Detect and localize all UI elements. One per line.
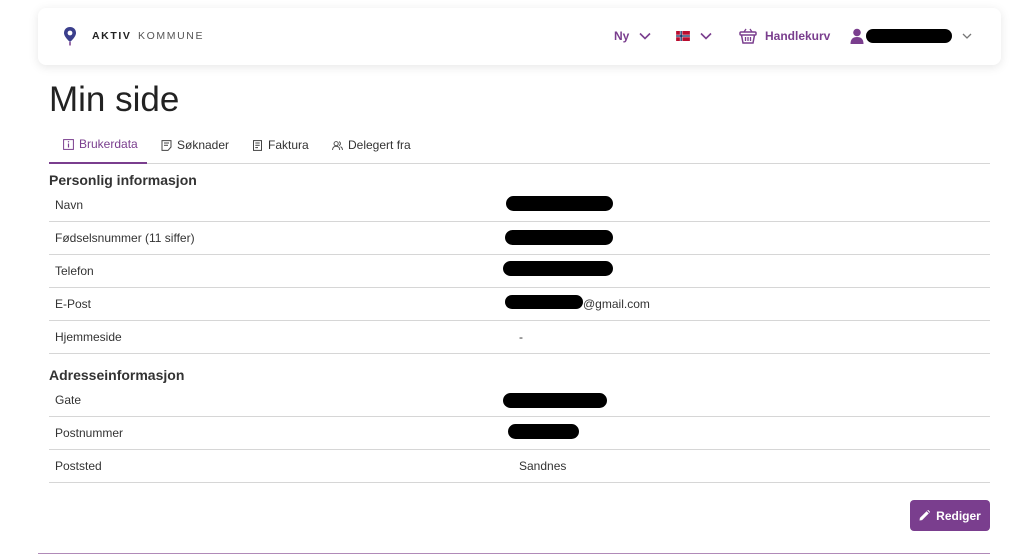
info-row-postnummer: Postnummer [49, 417, 990, 450]
row-label: Poststed [55, 459, 102, 473]
row-value: - [519, 330, 523, 344]
brand-logo[interactable]: AKTIV KOMMUNE [62, 26, 204, 46]
redacted-value [506, 196, 613, 211]
info-row-hjemmeside: Hjemmeside - [49, 321, 990, 354]
pencil-icon [919, 510, 931, 521]
redacted-value [505, 295, 583, 309]
info-row-gate: Gate [49, 384, 990, 417]
redacted-value [505, 230, 613, 245]
norway-flag-icon [676, 31, 690, 41]
brand-bold: AKTIV [92, 30, 132, 42]
tab-label: Brukerdata [79, 137, 138, 151]
row-label: Telefon [55, 264, 94, 278]
basket-icon [739, 28, 757, 44]
cart-label: Handlekurv [765, 29, 831, 43]
tab-faktura[interactable]: Faktura [252, 134, 309, 164]
footer-divider [38, 553, 990, 554]
new-label: Ny [614, 29, 630, 43]
top-header: AKTIV KOMMUNE Ny Handlekurv [38, 8, 1001, 65]
info-row-epost: E-Post @gmail.com [49, 288, 990, 321]
new-dropdown[interactable]: Ny [614, 26, 651, 46]
row-label: Postnummer [55, 426, 124, 440]
profile-tabs: Brukerdata Søknader Faktura Delegert fra [49, 134, 990, 164]
redacted-value [503, 261, 613, 276]
tab-label: Søknader [177, 138, 230, 152]
users-icon [332, 140, 343, 150]
redacted-value [503, 393, 607, 408]
tab-delegert-fra[interactable]: Delegert fra [332, 134, 411, 164]
cart-link[interactable]: Handlekurv [739, 26, 830, 46]
user-menu[interactable] [850, 26, 972, 46]
row-label: Hjemmeside [55, 330, 122, 344]
info-row-telefon: Telefon [49, 255, 990, 288]
chevron-down-icon [639, 32, 651, 40]
redacted-value [508, 424, 579, 439]
tab-label: Delegert fra [348, 138, 411, 152]
edit-label: Rediger [936, 508, 981, 523]
location-pin-icon [64, 27, 76, 46]
page-title: Min side [49, 80, 180, 119]
chevron-down-icon [700, 32, 712, 40]
tab-soknader[interactable]: Søknader [161, 134, 229, 164]
brand-light: KOMMUNE [138, 30, 205, 42]
personal-info-list: Navn Fødselsnummer (11 siffer) Telefon E… [49, 189, 990, 354]
address-info-list: Gate Postnummer Poststed Sandnes [49, 384, 990, 483]
chevron-down-icon [962, 33, 972, 39]
info-row-navn: Navn [49, 189, 990, 222]
address-info-heading: Adresseinformasjon [49, 367, 185, 383]
tab-label: Faktura [268, 138, 309, 152]
row-label: Gate [55, 393, 82, 407]
tab-brukerdata[interactable]: Brukerdata [49, 134, 147, 164]
user-name-redacted [866, 29, 952, 43]
email-domain: @gmail.com [583, 297, 650, 311]
invoice-icon [253, 139, 262, 151]
language-selector[interactable] [676, 26, 712, 46]
info-row-fodselsnummer: Fødselsnummer (11 siffer) [49, 222, 990, 255]
brand-name: AKTIV KOMMUNE [92, 30, 204, 42]
info-row-poststed: Poststed Sandnes [49, 450, 990, 483]
application-icon [161, 139, 172, 151]
personal-info-heading: Personlig informasjon [49, 172, 197, 188]
row-label: Navn [55, 198, 84, 212]
row-label: E-Post [55, 297, 92, 311]
row-value: Sandnes [519, 459, 567, 473]
edit-button[interactable]: Rediger [910, 500, 990, 531]
user-icon [850, 28, 864, 44]
info-icon [63, 138, 74, 150]
row-label: Fødselsnummer (11 siffer) [55, 231, 195, 245]
